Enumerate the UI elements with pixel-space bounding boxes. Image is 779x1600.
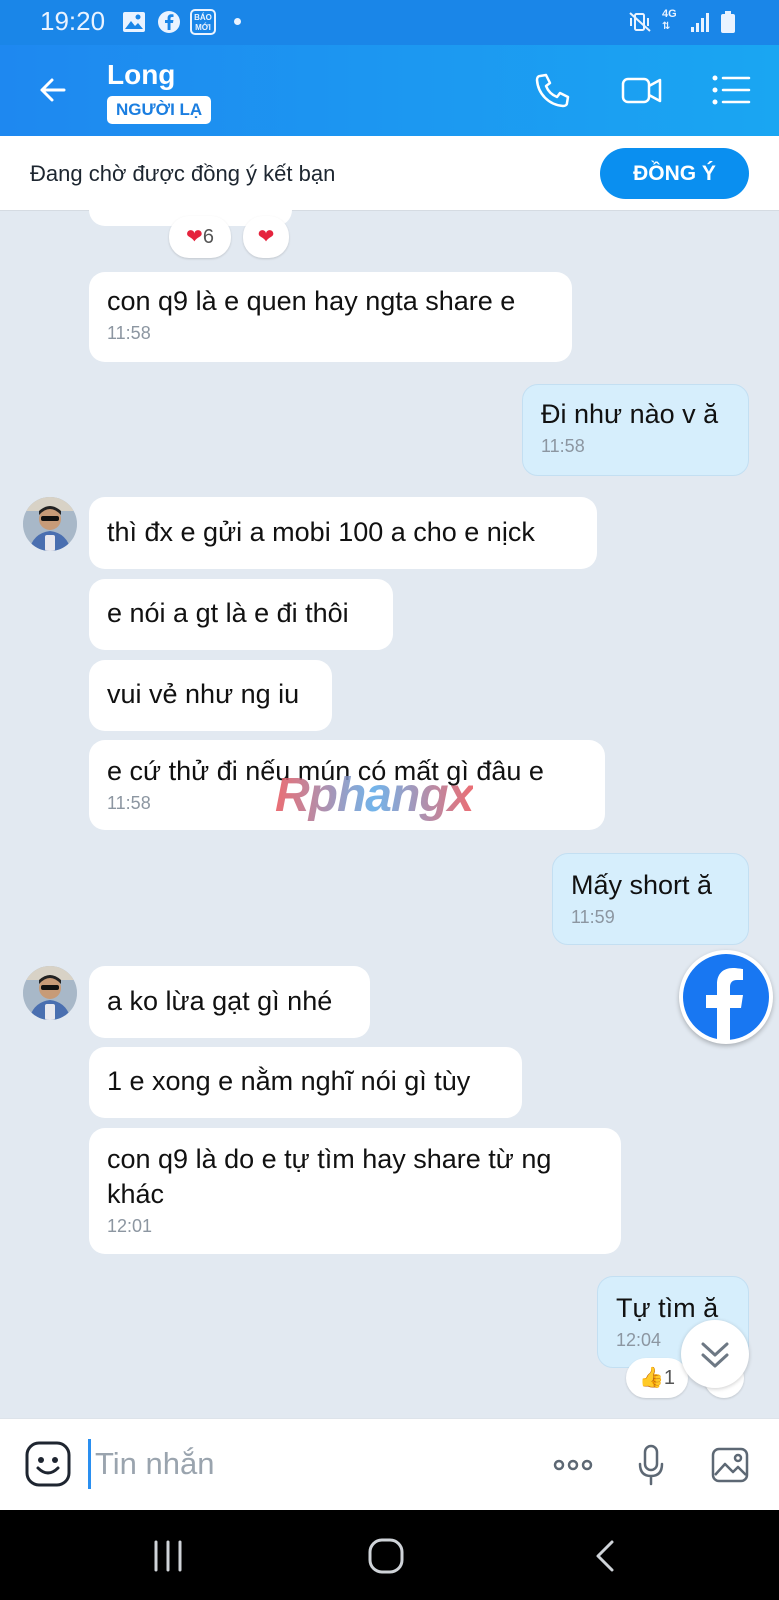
system-nav-bar [0,1510,779,1600]
facebook-logo-icon [683,954,769,1040]
menu-list-icon[interactable] [711,70,751,110]
more-options-icon[interactable] [552,1443,594,1487]
back-arrow-icon[interactable] [34,70,74,110]
more-notifications-dot [234,18,241,25]
stranger-badge: NGƯỜI LẠ [107,96,212,124]
message-bubble-received[interactable]: con q9 là do e tự tìm hay share từ ng kh… [89,1128,621,1254]
gallery-icon [123,12,145,32]
video-call-icon[interactable] [620,70,664,110]
message-bubble-received[interactable]: thì đx e gửi a mobi 100 a cho e nịck [89,497,597,569]
vibrate-mute-icon [629,12,651,32]
image-gallery-icon[interactable] [711,1443,749,1487]
sticker-emoji-icon[interactable] [24,1440,72,1488]
microphone-icon[interactable] [636,1443,666,1487]
scroll-to-bottom-button[interactable] [681,1320,749,1388]
avatar[interactable] [23,497,77,551]
message-input-bar [0,1418,779,1510]
message-bubble-received[interactable]: vui vẻ như ng iu [89,660,332,731]
double-chevron-down-icon [701,1342,729,1368]
pending-friend-text: Đang chờ được đồng ý kết bạn [30,161,336,186]
recent-apps-icon[interactable] [150,1538,186,1574]
voice-call-icon[interactable] [531,70,575,110]
message-bubble-received[interactable]: a ko lừa gạt gì nhé [89,966,370,1038]
status-time: 19:20 [40,6,106,36]
baomoi-icon: BÁO MỚI [190,9,216,35]
watermark-logo: Rphangx [275,769,474,822]
contact-name[interactable]: Long [107,59,175,91]
signal-icon [691,13,709,32]
reaction-heart-count[interactable]: ❤6 [169,216,231,258]
home-icon[interactable] [367,1538,405,1574]
heart-react-button[interactable]: ❤ [243,216,289,258]
network-type: 4G ⇅ [662,8,677,32]
back-nav-icon[interactable] [590,1538,620,1574]
message-bubble-sent[interactable]: Mấy short ă 11:59 [552,853,749,945]
reaction-like-count[interactable]: 👍1 [626,1358,688,1398]
accept-friend-button[interactable]: ĐỒNG Ý [600,148,749,199]
message-bubble-received[interactable]: con q9 là e quen hay ngta share e 11:58 [89,272,572,362]
battery-icon [721,11,735,33]
message-input[interactable] [88,1439,528,1489]
facebook-floating-button[interactable] [679,950,773,1044]
status-bar: 19:20 BÁO MỚI 4G ⇅ [0,0,779,45]
message-bubble-sent[interactable]: Đi như nào v ă 11:58 [522,384,749,476]
message-bubble-received[interactable]: e nói a gt là e đi thôi [89,579,393,650]
message-bubble-received[interactable]: 1 e xong e nằm nghĩ nói gì tùy [89,1047,522,1118]
avatar[interactable] [23,966,77,1020]
facebook-notification-icon [158,11,180,33]
chat-header: Long NGƯỜI LẠ [0,45,779,136]
